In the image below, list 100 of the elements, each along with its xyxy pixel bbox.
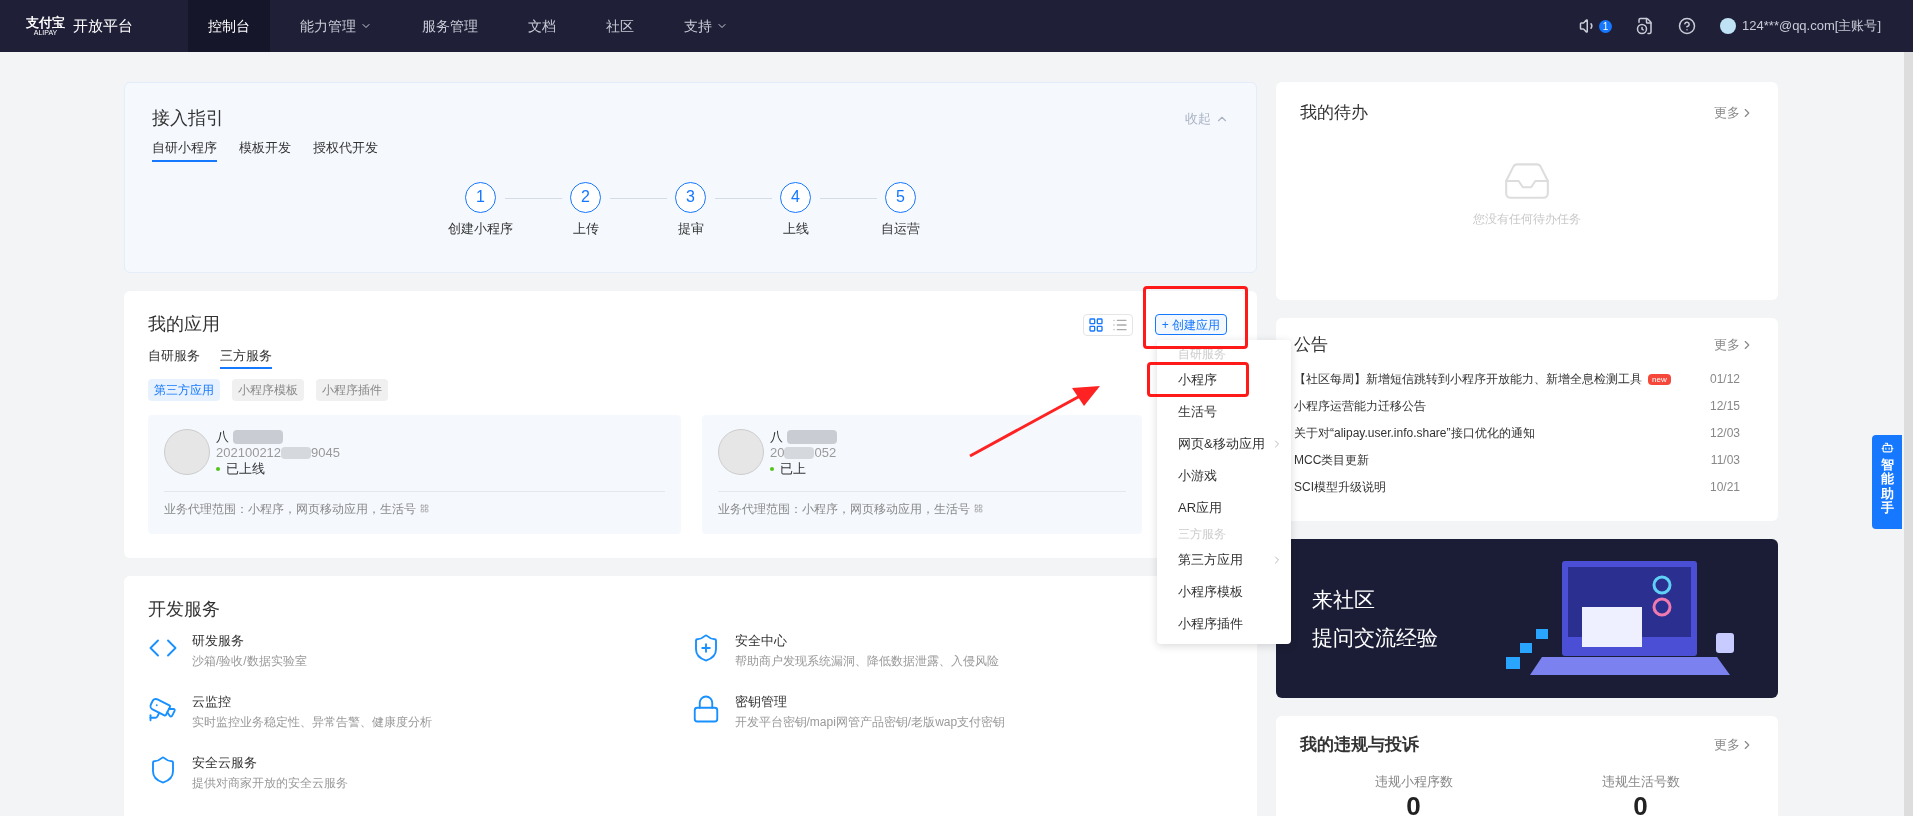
menu-item[interactable]: 网页&移动应用 (1178, 434, 1283, 454)
scrollbar[interactable] (1904, 52, 1913, 816)
service-title: 安全中心 (734, 632, 788, 650)
service-description: 开发平台密钥/mapi网管产品密钥/老版wap支付密钥 (734, 714, 1006, 731)
step-number: 2 (570, 181, 601, 213)
help-icon[interactable] (1678, 17, 1697, 35)
community-banner[interactable]: 来社区 提问交流经验 (1276, 539, 1778, 698)
card-title: 公告 (1294, 334, 1328, 356)
notification-count: 1 (1599, 19, 1613, 33)
service-title: 云监控 (192, 693, 232, 711)
service-description: 帮助商户发现系统漏洞、降低数据泄露、入侵风险 (734, 653, 999, 670)
service-title: 密钥管理 (734, 693, 788, 711)
blurred-region (787, 429, 837, 444)
stat-value: 0 (1633, 791, 1648, 816)
nav-tab[interactable]: 控制台 (188, 0, 270, 52)
app-name: 八 (216, 428, 229, 445)
notice-item[interactable]: 关于对“alipay.user.info.share”接口优化的通知 12/03 (1294, 419, 1760, 447)
nav-tab[interactable]: 支持 (664, 0, 748, 52)
menu-item[interactable]: 生活号 (1178, 402, 1217, 422)
user-account[interactable]: 124***@qq.com[主账号] (1742, 16, 1881, 36)
service-description: 提供对商家开放的安全云服务 (192, 775, 348, 792)
nav-tab[interactable]: 服务管理 (402, 0, 498, 52)
guide-tab[interactable]: 自研小程序 (152, 138, 217, 162)
card-title: 我的违规与投诉 (1300, 734, 1419, 756)
menu-item[interactable]: 小程序模板 (1178, 582, 1243, 602)
avatar[interactable] (1720, 18, 1737, 34)
notice-title: SCI模型升级说明 (1294, 479, 1386, 496)
app-card[interactable]: 八 20 052 已上 业务代理范围：小程序，网页移动应用，生活号 (702, 414, 1142, 534)
step-label: 上传 (572, 219, 599, 238)
banner-text: 提问交流经验 (1312, 624, 1438, 651)
stat-value: 0 (1406, 791, 1421, 816)
service-description: 沙箱/验收/数据实验室 (192, 653, 307, 670)
filter-tag[interactable]: 第三方应用 (148, 378, 220, 401)
stat-label: 违规小程序数 (1374, 772, 1453, 791)
notice-date: 11/03 (1710, 452, 1740, 469)
notice-item[interactable]: 【社区每周】新增短信跳转到小程序开放能力、新增全息检测工具 new 01/12 (1294, 365, 1760, 393)
card-title: 接入指引 (152, 107, 224, 130)
service-title: 安全云服务 (192, 754, 258, 772)
service-tab[interactable]: 三方服务 (220, 346, 272, 369)
brand-title: 开放平台 (73, 15, 133, 36)
card-title: 开发服务 (148, 599, 220, 619)
service-item[interactable]: 密钥管理 开发平台密钥/mapi网管产品密钥/老版wap支付密钥 (690, 692, 1233, 732)
notice-date: 01/12 (1709, 371, 1740, 388)
notice-date: 12/15 (1709, 398, 1740, 415)
app-avatar (718, 428, 764, 475)
document-clock-icon[interactable] (1636, 17, 1655, 35)
app-avatar (164, 428, 210, 475)
step-label: 创建小程序 (448, 219, 513, 238)
app-status: 已上线 (226, 460, 265, 477)
app-id-start: 20 (770, 444, 785, 461)
notice-item[interactable]: MCC类目更新 11/03 (1294, 446, 1760, 474)
stat-label: 违规生活号数 (1601, 772, 1680, 791)
more-link[interactable]: 更多 (1714, 103, 1754, 123)
grid-icon (420, 504, 429, 513)
app-id-start: 202100212 (216, 444, 282, 461)
more-link[interactable]: 更多 (1714, 735, 1754, 755)
guide-tab[interactable]: 授权代开发 (313, 138, 378, 162)
grid-icon (974, 504, 983, 513)
blurred-region (281, 446, 312, 459)
step-label: 上线 (782, 219, 809, 238)
app-name: 八 (770, 428, 783, 445)
notice-title: MCC类目更新 (1294, 452, 1370, 469)
service-item[interactable]: 安全云服务 提供对商家开放的安全云服务 (148, 753, 691, 793)
menu-item[interactable]: AR应用 (1178, 498, 1223, 518)
more-link[interactable]: 更多 (1714, 335, 1754, 355)
banner-text: 来社区 (1312, 587, 1376, 613)
service-title: 研发服务 (192, 632, 245, 650)
nav-tab[interactable]: 社区 (586, 0, 654, 52)
card-title: 我的待办 (1300, 102, 1368, 124)
step-number: 1 (465, 181, 496, 213)
scope-text: 业务代理范围：小程序，网页移动应用，生活号 (718, 500, 970, 518)
menu-item[interactable]: 小程序 (1178, 370, 1217, 390)
robot-icon (1880, 441, 1894, 454)
nav-tab[interactable]: 能力管理 (280, 0, 392, 52)
grid-icon (1087, 316, 1104, 333)
notice-item[interactable]: SCI模型升级说明 10/21 (1294, 473, 1760, 501)
notice-title: 【社区每周】新增短信跳转到小程序开放能力、新增全息检测工具 (1294, 371, 1642, 388)
service-item[interactable]: 研发服务 沙箱/验收/数据实验室 (148, 631, 691, 671)
step-number: 5 (885, 181, 916, 213)
service-description: 实时监控业务稳定性、异常告警、健康度分析 (192, 714, 432, 731)
nav-tab[interactable]: 文档 (508, 0, 576, 52)
scope-text: 业务代理范围：小程序，网页移动应用，生活号 (164, 500, 416, 518)
new-badge: new (1648, 373, 1671, 385)
service-item[interactable]: 安全中心 帮助商户发现系统漏洞、降低数据泄露、入侵风险 (690, 631, 1233, 671)
menu-item[interactable]: 小游戏 (1178, 466, 1217, 486)
assistant-label: 智能助手 (1880, 458, 1894, 516)
assistant-tab[interactable]: 智能助手 (1872, 435, 1902, 529)
app-card[interactable]: 八 202100212 9045 已上线 业务代理范围：小程序，网页移动应用，生活号 (148, 414, 681, 534)
service-tab[interactable]: 自研服务 (148, 346, 200, 369)
blurred-region (233, 429, 283, 444)
service-item[interactable]: 云监控 实时监控业务稳定性、异常告警、健康度分析 (148, 692, 691, 732)
notice-item[interactable]: 小程序运营能力迁移公告 12/15 (1294, 392, 1760, 420)
notice-title: 小程序运营能力迁移公告 (1294, 398, 1426, 415)
guide-tab[interactable]: 模板开发 (239, 138, 291, 162)
app-status: 已上 (780, 460, 806, 477)
blurred-region (784, 446, 815, 459)
create-app-button[interactable]: + 创建应用 (1154, 314, 1227, 335)
step-number: 3 (675, 181, 706, 213)
menu-item[interactable]: 小程序插件 (1178, 614, 1243, 634)
card-title: 我的应用 (148, 313, 220, 336)
